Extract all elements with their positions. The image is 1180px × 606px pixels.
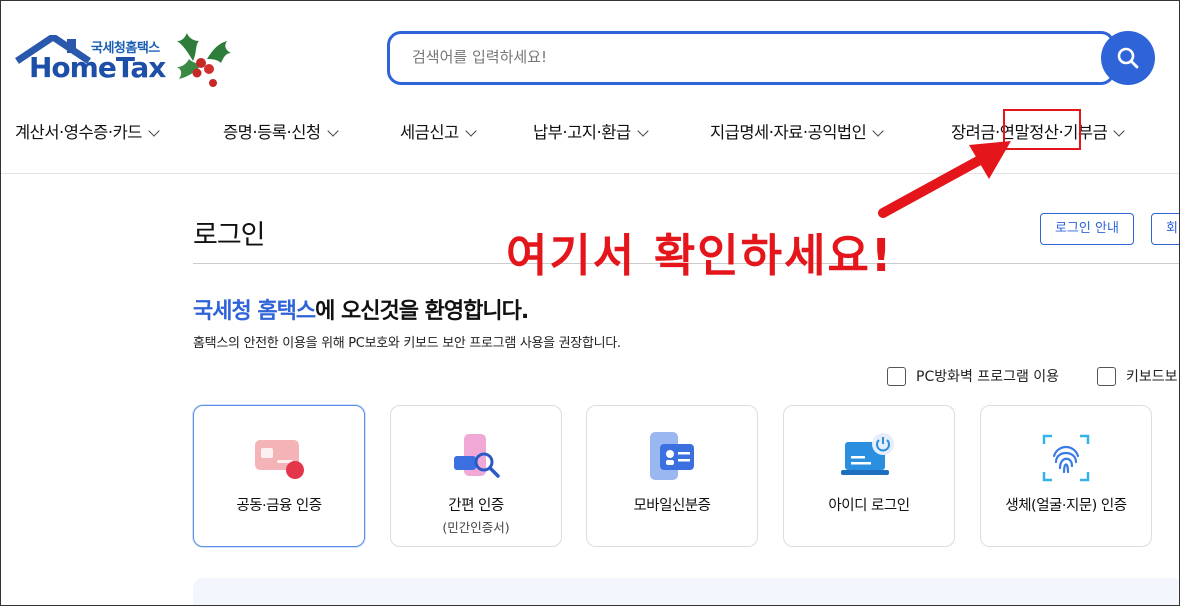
page-frame: 국세청홈택스 HomeTax 계산서·영수증·카드 증명·등록·신청 세금신고 … <box>0 0 1180 606</box>
login-guide-button[interactable]: 로그인 안내 <box>1040 213 1134 245</box>
search-input[interactable] <box>412 48 1052 66</box>
holly-decoration-icon <box>177 33 231 87</box>
bottom-panel <box>193 578 1179 605</box>
chevron-down-icon <box>636 125 649 137</box>
mobile-id-icon <box>650 432 694 480</box>
chevron-down-icon <box>326 125 339 137</box>
firewall-checkbox[interactable]: PC방화벽 프로그램 이용 <box>887 366 1059 386</box>
card-label: 생체(얼굴·지문) 인증 <box>1005 498 1127 514</box>
nav-item-payment[interactable]: 납부·고지·환급 <box>533 119 649 143</box>
card-label: 간편 인증 <box>448 498 504 514</box>
search-icon <box>1117 47 1139 69</box>
welcome-text: 에 오신것을 환영합니다. <box>315 299 529 324</box>
logo-title: HomeTax <box>29 51 166 84</box>
certificate-card-icon <box>255 440 304 479</box>
keyboard-security-checkbox[interactable]: 키보드보 <box>1097 366 1178 386</box>
login-card-mobile-id[interactable]: 모바일신분증 <box>586 405 758 547</box>
simple-auth-icon <box>454 434 500 478</box>
card-sublabel: (민간인증서) <box>442 520 510 535</box>
nav-item-invoice[interactable]: 계산서·영수증·카드 <box>15 119 160 143</box>
search-button[interactable] <box>1101 31 1155 85</box>
card-label: 아이디 로그인 <box>828 498 910 514</box>
checkbox[interactable] <box>1097 366 1116 386</box>
annotation-text: 여기서 확인하세요! <box>506 229 894 282</box>
welcome-heading: 국세청 홈택스에 오신것을 환영합니다. <box>193 293 529 325</box>
login-card-simple-auth[interactable]: 간편 인증 (민간인증서) <box>390 405 562 547</box>
welcome-brand: 국세청 홈택스 <box>193 299 316 324</box>
fingerprint-icon <box>1042 434 1090 482</box>
card-label: 공동·금융 인증 <box>236 498 322 514</box>
nav-item-certificate[interactable]: 증명·등록·신청 <box>223 119 339 143</box>
checkbox[interactable] <box>887 366 906 386</box>
card-label: 모바일신분증 <box>633 498 711 514</box>
login-card-id-login[interactable]: 아이디 로그인 <box>783 405 955 547</box>
id-login-icon <box>841 433 894 475</box>
security-notice: 홈택스의 안전한 이용을 위해 PC보호와 키보드 보안 프로그램 사용을 권장… <box>193 336 621 351</box>
chevron-down-icon <box>465 125 477 137</box>
search-bar[interactable] <box>387 31 1115 85</box>
chevron-down-icon <box>148 125 160 137</box>
nav-item-tax-report[interactable]: 세금신고 <box>400 119 477 143</box>
login-card-biometric[interactable]: 생체(얼굴·지문) 인증 <box>980 405 1152 547</box>
chevron-down-icon <box>1113 125 1125 137</box>
page-title: 로그인 <box>193 220 266 251</box>
nav-item-statement[interactable]: 지급명세·자료·공익법인 <box>710 119 884 143</box>
hometax-logo[interactable]: 국세청홈택스 HomeTax <box>13 31 243 101</box>
annotation-arrow-icon <box>878 141 1011 218</box>
secondary-button[interactable]: 회 <box>1151 213 1179 245</box>
login-card-joint-certificate[interactable]: 공동·금융 인증 <box>193 405 365 547</box>
